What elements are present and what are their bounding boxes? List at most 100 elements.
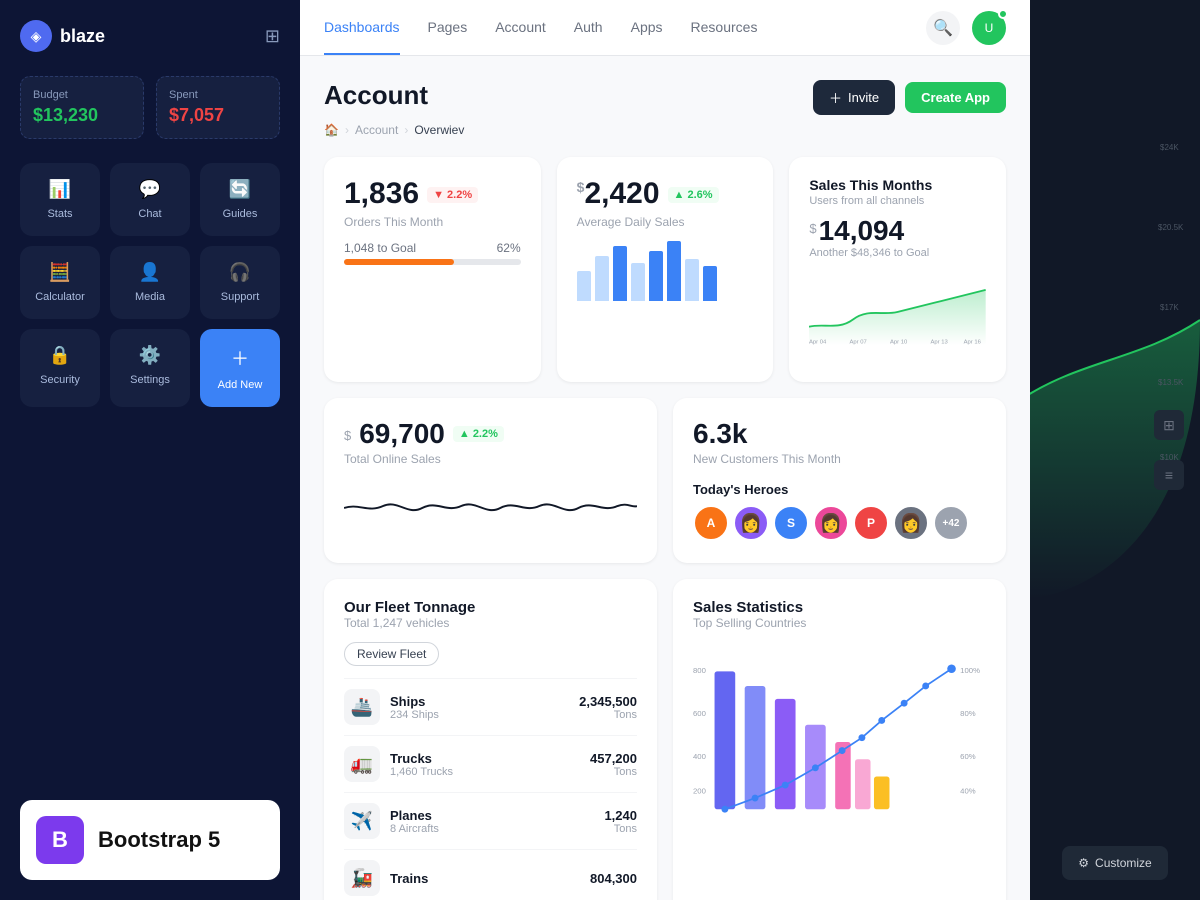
sales-goal-text: Another $48,346 to Goal [809, 247, 986, 259]
fleet-item: ✈️ Planes 8 Aircrafts 1,240 Tons [344, 792, 637, 849]
right-icon-1[interactable]: ⊞ [1154, 410, 1184, 440]
right-panel: $24K $20.5K $17K $13.5K $10K ⊞ ≡ ⚙ Custo… [1030, 0, 1200, 900]
x-label-3: Apr 10 [890, 340, 908, 346]
bar-country-6 [855, 759, 871, 809]
stats-row-1: 1,836 ▼ 2.2% Orders This Month 1,048 to … [324, 157, 1006, 382]
spent-label: Spent [169, 89, 267, 101]
sidebar-item-stats[interactable]: 📊 Stats [20, 163, 100, 236]
review-fleet-button[interactable]: Review Fleet [344, 642, 439, 666]
sales-month-card: Sales This Months Users from all channel… [789, 157, 1006, 382]
bar-3 [613, 246, 627, 301]
sidebar-item-chat[interactable]: 💬 Chat [110, 163, 190, 236]
sales-stats-subtitle: Top Selling Countries [693, 616, 986, 630]
media-icon: 👤 [139, 262, 161, 283]
dot-6 [858, 734, 865, 741]
sales-stats-title: Sales Statistics [693, 599, 986, 616]
breadcrumb-account[interactable]: Account [355, 123, 398, 137]
stats-row-2: $ 69,700 ▲ 2.2% Total Online Sales 6.3k … [324, 398, 1006, 563]
calculator-icon: 🧮 [49, 262, 71, 283]
page-actions: ＋ Invite Create App [813, 80, 1006, 115]
bar-1 [577, 271, 591, 301]
fleet-item: 🚢 Ships 234 Ships 2,345,500 Tons [344, 678, 637, 735]
right-icons: ⊞ ≡ [1154, 410, 1184, 490]
bar-5 [649, 251, 663, 301]
sidebar-item-label: Settings [130, 374, 170, 386]
tab-pages[interactable]: Pages [428, 1, 468, 55]
tab-account[interactable]: Account [495, 1, 546, 55]
x-label-2: Apr 07 [850, 340, 867, 346]
online-sales-chart [344, 478, 637, 538]
online-sales-card: $ 69,700 ▲ 2.2% Total Online Sales [324, 398, 657, 563]
dot-1 [721, 806, 728, 813]
create-app-button[interactable]: Create App [905, 82, 1006, 113]
customize-button[interactable]: ⚙ Customize [1062, 846, 1167, 880]
hero-avatar-6: 👩 [893, 505, 929, 541]
bar-4 [631, 263, 645, 301]
dot-4 [812, 764, 819, 771]
menu-icon[interactable]: ⊞ [265, 26, 280, 47]
dot-3 [782, 782, 789, 789]
search-button[interactable]: 🔍 [926, 11, 960, 45]
fleet-item: 🚂 Trains 804,300 [344, 849, 637, 900]
heroes-avatars: A 👩 S 👩 P 👩 +42 [693, 505, 986, 541]
spent-value: $7,057 [169, 105, 267, 126]
breadcrumb-home[interactable]: 🏠 [324, 123, 339, 137]
trucks-name: Trucks [390, 751, 453, 766]
guides-icon: 🔄 [229, 179, 251, 200]
top-nav-links: Dashboards Pages Account Auth Apps Resou… [324, 1, 757, 55]
online-sales-value: 69,700 [359, 418, 445, 450]
dot-9 [922, 683, 929, 690]
sidebar-item-label: Guides [223, 208, 258, 220]
sidebar-item-security[interactable]: 🔒 Security [20, 329, 100, 407]
progress-fill [344, 259, 454, 265]
dot-8 [901, 700, 908, 707]
tab-auth[interactable]: Auth [574, 1, 603, 55]
rp-y1: $24K [1160, 143, 1179, 152]
tab-resources[interactable]: Resources [691, 1, 758, 55]
sidebar-item-calculator[interactable]: 🧮 Calculator [20, 246, 100, 319]
sidebar-item-guides[interactable]: 🔄 Guides [200, 163, 280, 236]
ships-count: 234 Ships [390, 709, 439, 721]
dot-7 [878, 717, 885, 724]
tab-apps[interactable]: Apps [631, 1, 663, 55]
dot-10 [947, 664, 956, 673]
x-label-1: Apr 04 [809, 340, 827, 346]
planes-icon: ✈️ [344, 803, 380, 839]
right-icon-2[interactable]: ≡ [1154, 460, 1184, 490]
fleet-card: Our Fleet Tonnage Total 1,247 vehicles R… [324, 579, 657, 900]
y-200: 200 [693, 787, 706, 796]
dot-5 [839, 747, 846, 754]
customers-card: 6.3k New Customers This Month Today's He… [673, 398, 1006, 563]
bootstrap-text: Bootstrap 5 [98, 827, 220, 853]
fleet-item: 🚛 Trucks 1,460 Trucks 457,200 Tons [344, 735, 637, 792]
logo-icon: ◈ [20, 20, 52, 52]
bootstrap-icon: B [36, 816, 84, 864]
y-800: 800 [693, 666, 706, 675]
sidebar-item-settings[interactable]: ⚙️ Settings [110, 329, 190, 407]
rp-y3: $17K [1160, 303, 1179, 312]
nav-grid: 📊 Stats 💬 Chat 🔄 Guides 🧮 Calculator 👤 M… [20, 163, 280, 407]
top-nav-right: 🔍 U [926, 11, 1006, 45]
tab-dashboards[interactable]: Dashboards [324, 1, 400, 55]
bar-country-1 [715, 671, 736, 809]
sidebar-item-support[interactable]: 🎧 Support [200, 246, 280, 319]
trucks-count: 1,460 Trucks [390, 766, 453, 778]
bootstrap-badge: B Bootstrap 5 [20, 800, 280, 880]
hero-avatar-1: A [693, 505, 729, 541]
r-60: 60% [960, 752, 976, 761]
sidebar-item-media[interactable]: 👤 Media [110, 246, 190, 319]
avatar-letter: U [985, 21, 994, 35]
fleet-items: 🚢 Ships 234 Ships 2,345,500 Tons [344, 678, 637, 900]
progress-label-text: 1,048 to Goal [344, 241, 416, 255]
budget-label: Budget [33, 89, 131, 101]
hero-avatar-count: +42 [933, 505, 969, 541]
bar-6 [667, 241, 681, 301]
daily-sales-badge: ▲ 2.6% [668, 187, 719, 203]
sales-month-value: 14,094 [819, 215, 905, 247]
invite-button[interactable]: ＋ Invite [813, 80, 895, 115]
user-avatar[interactable]: U [972, 11, 1006, 45]
daily-sales-card: $2,420 ▲ 2.6% Average Daily Sales [557, 157, 774, 382]
hero-avatar-5: P [853, 505, 889, 541]
wave-path [344, 504, 637, 510]
sidebar-item-add-new[interactable]: ＋ Add New [200, 329, 280, 407]
